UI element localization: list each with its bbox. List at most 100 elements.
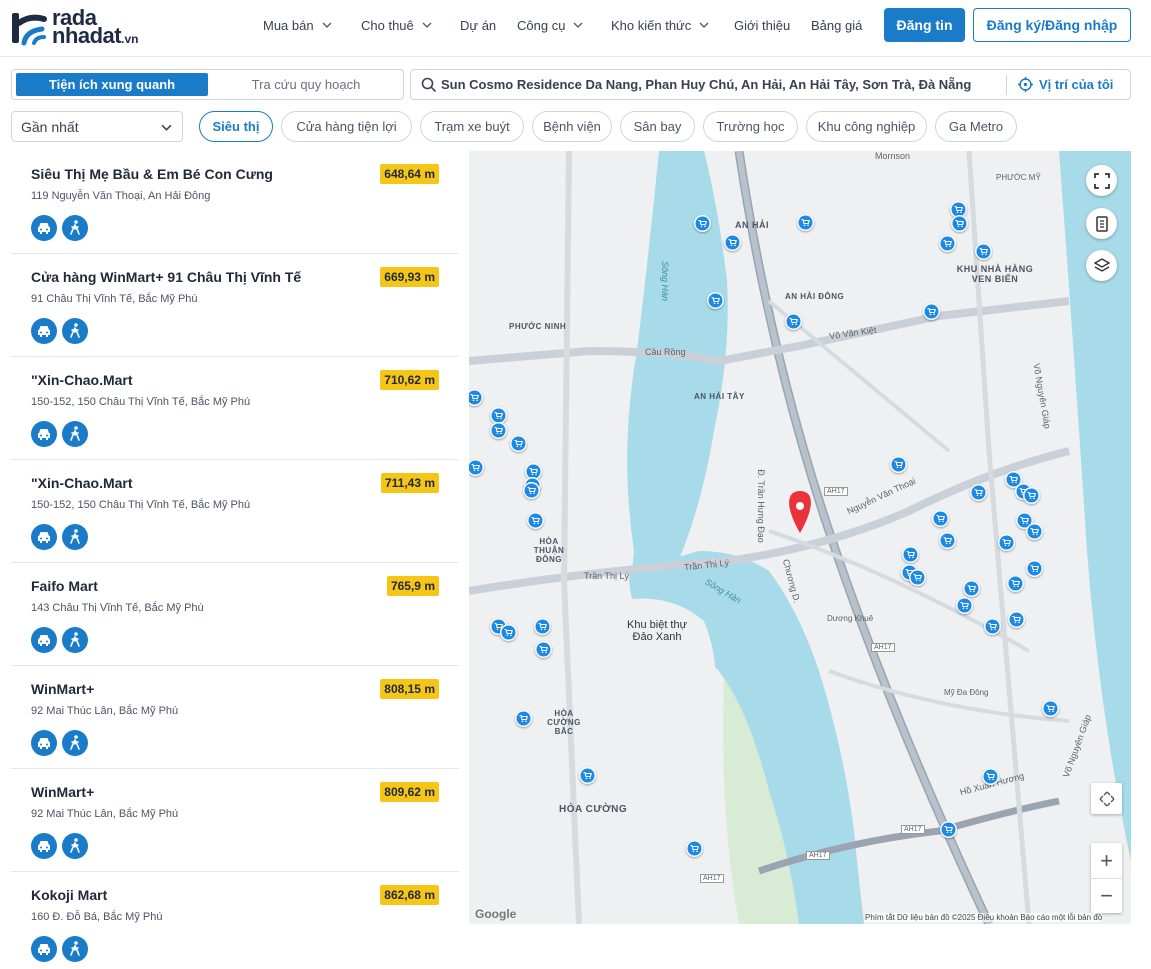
chip-ga-metro[interactable]: Ga Metro: [935, 111, 1017, 142]
car-route-button[interactable]: [31, 730, 57, 756]
supermarket-marker-icon[interactable]: [975, 243, 992, 260]
supermarket-marker-icon[interactable]: [469, 389, 483, 406]
list-item[interactable]: Cửa hàng WinMart+ 91 Châu Thị Vĩnh Tế 669…: [11, 254, 459, 357]
register-login-button[interactable]: Đăng ký/Đăng nhập: [973, 8, 1131, 42]
layers-button[interactable]: [1086, 250, 1117, 281]
list-item[interactable]: "Xin-Chao.Mart 711,43 m 150-152, 150 Châu …: [11, 460, 459, 563]
chip-truong-hoc[interactable]: Trường học: [703, 111, 798, 142]
supermarket-marker-icon[interactable]: [890, 456, 907, 473]
list-item[interactable]: Faifo Mart 765,9 m 143 Châu Thị Vĩnh Tế, B…: [11, 563, 459, 666]
car-route-button[interactable]: [31, 215, 57, 241]
supermarket-marker-icon[interactable]: [694, 215, 711, 232]
nav-bang-gia[interactable]: Bảng giá: [811, 18, 871, 33]
supermarket-marker-icon[interactable]: [469, 459, 484, 476]
supermarket-marker-icon[interactable]: [1026, 523, 1043, 540]
supermarket-marker-icon[interactable]: [535, 641, 552, 658]
legend-button[interactable]: [1086, 208, 1117, 239]
supermarket-marker-icon[interactable]: [940, 821, 957, 838]
supermarket-marker-icon[interactable]: [797, 214, 814, 231]
supermarket-marker-icon[interactable]: [998, 534, 1015, 551]
zoom-out-button[interactable]: −: [1091, 878, 1122, 913]
supermarket-marker-icon[interactable]: [939, 235, 956, 252]
supermarket-marker-icon[interactable]: [523, 482, 540, 499]
supermarket-marker-icon[interactable]: [534, 618, 551, 635]
supermarket-marker-icon[interactable]: [1042, 700, 1059, 717]
car-route-button[interactable]: [31, 318, 57, 344]
nav-gioi-thieu[interactable]: Giới thiệu: [734, 18, 811, 33]
walk-route-button[interactable]: [62, 833, 88, 859]
supermarket-marker-icon[interactable]: [579, 767, 596, 784]
nav-mua-ban[interactable]: Mua bán: [263, 18, 361, 33]
nav-label: Kho kiến thức: [611, 17, 692, 33]
map-label: AN HẢI TÂY: [694, 392, 745, 401]
distance-badge: 710,62 m: [380, 370, 439, 390]
brand-logo[interactable]: rada nhadat.vn: [10, 6, 160, 50]
nav-cong-cu[interactable]: Công cụ: [517, 18, 611, 33]
zoom-in-button[interactable]: +: [1091, 843, 1122, 878]
walk-route-button[interactable]: [62, 936, 88, 962]
supermarket-marker-icon[interactable]: [724, 234, 741, 251]
car-route-button[interactable]: [31, 936, 57, 962]
tab-planning-lookup[interactable]: Tra cứu quy hoạch: [212, 73, 400, 96]
chip-cua-hang-tien-loi[interactable]: Cửa hàng tiện lợi: [281, 111, 412, 142]
chip-tram-xe-buyt[interactable]: Trạm xe buýt: [420, 111, 524, 142]
walk-route-button[interactable]: [62, 318, 88, 344]
supermarket-marker-icon[interactable]: [1026, 560, 1043, 577]
supermarket-marker-icon[interactable]: [956, 597, 973, 614]
walk-route-button[interactable]: [62, 627, 88, 653]
walk-route-button[interactable]: [62, 421, 88, 447]
nav-cho-thue[interactable]: Cho thuê: [361, 18, 460, 33]
nav-kho-kien-thuc[interactable]: Kho kiến thức: [611, 18, 734, 33]
list-item[interactable]: Kokoji Mart 862,68 m 160 Đ. Đỗ Bá, Bắc Mỹ …: [11, 872, 459, 969]
supermarket-marker-icon[interactable]: [982, 768, 999, 785]
chip-sieu-thi[interactable]: Siêu thị: [199, 111, 273, 142]
list-item[interactable]: "Xin-Chao.Mart 710,62 m 150-152, 150 Châu …: [11, 357, 459, 460]
car-route-button[interactable]: [31, 524, 57, 550]
supermarket-marker-icon[interactable]: [902, 546, 919, 563]
chip-khu-cong-nghiep[interactable]: Khu công nghiệp: [806, 111, 927, 142]
supermarket-marker-icon[interactable]: [510, 435, 527, 452]
supermarket-marker-icon[interactable]: [1023, 487, 1040, 504]
supermarket-marker-icon[interactable]: [909, 569, 926, 586]
list-item[interactable]: Siêu Thị Mẹ Bầu & Em Bé Con Cưng 648,64 m…: [11, 151, 459, 254]
pan-button[interactable]: [1091, 783, 1122, 814]
supermarket-marker-icon[interactable]: [490, 422, 507, 439]
walk-route-button[interactable]: [62, 524, 88, 550]
supermarket-marker-icon[interactable]: [932, 510, 949, 527]
supermarket-marker-icon[interactable]: [963, 580, 980, 597]
supermarket-marker-icon[interactable]: [707, 292, 724, 309]
post-listing-button[interactable]: Đăng tin: [884, 8, 965, 42]
chip-benh-vien[interactable]: Bệnh viện: [532, 111, 612, 142]
chip-san-bay[interactable]: Sân bay: [620, 111, 695, 142]
supermarket-marker-icon[interactable]: [785, 313, 802, 330]
my-location-button[interactable]: Vị trí của tôi: [1018, 77, 1113, 92]
walk-route-button[interactable]: [62, 730, 88, 756]
sort-select[interactable]: Gần nhất: [11, 111, 183, 142]
list-item[interactable]: WinMart+ 809,62 m 92 Mai Thúc Lân, Bắc Mỹ …: [11, 769, 459, 872]
supermarket-marker-icon[interactable]: [984, 618, 1001, 635]
distance-badge: 862,68 m: [380, 885, 439, 905]
supermarket-marker-icon[interactable]: [939, 532, 956, 549]
location-search-input[interactable]: Sun Cosmo Residence Da Nang, Phan Huy Ch…: [410, 69, 1131, 100]
map-label: Dương Khuê: [827, 614, 874, 623]
car-route-button[interactable]: [31, 627, 57, 653]
supermarket-marker-icon[interactable]: [1007, 575, 1024, 592]
fullscreen-button[interactable]: [1086, 165, 1117, 196]
supermarket-marker-icon[interactable]: [500, 624, 517, 641]
map-view[interactable]: AN HẢI AN HẢI ĐÔNG AN HẢI TÂY PHƯỚC NINH…: [469, 151, 1131, 924]
supermarket-marker-icon[interactable]: [1008, 611, 1025, 628]
supermarket-marker-icon[interactable]: [970, 484, 987, 501]
nav-du-an[interactable]: Dự án: [460, 18, 517, 33]
car-route-button[interactable]: [31, 833, 57, 859]
supermarket-marker-icon[interactable]: [951, 215, 968, 232]
walk-route-button[interactable]: [62, 215, 88, 241]
supermarket-marker-icon[interactable]: [527, 512, 544, 529]
supermarket-marker-icon[interactable]: [923, 303, 940, 320]
car-route-button[interactable]: [31, 421, 57, 447]
supermarket-marker-icon[interactable]: [686, 840, 703, 857]
places-list: Siêu Thị Mẹ Bầu & Em Bé Con Cưng 648,64 m…: [11, 151, 459, 969]
walking-icon: [70, 220, 80, 235]
supermarket-marker-icon[interactable]: [515, 710, 532, 727]
tab-nearby-amenities[interactable]: Tiện ích xung quanh: [16, 73, 208, 96]
list-item[interactable]: WinMart+ 808,15 m 92 Mai Thúc Lân, Bắc Mỹ …: [11, 666, 459, 769]
